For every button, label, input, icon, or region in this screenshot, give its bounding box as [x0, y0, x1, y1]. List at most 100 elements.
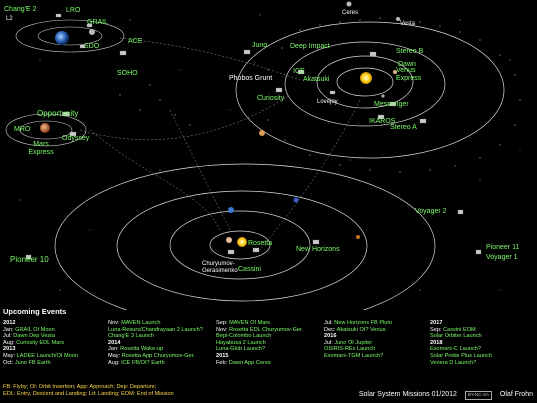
- event-text: Chang'E 3 Launch: [108, 333, 154, 340]
- event-item: Luna-Resurs/Chandrayaan 2 Launch?: [108, 327, 203, 334]
- events-title: Upcoming Events: [3, 307, 67, 316]
- outer-solar-orbits: [54, 163, 436, 310]
- events-column-1: 2012 Jan: GRAIL OI Moon Jul: Dawn Dep Vest…: [3, 320, 78, 366]
- event-item: Jan: GRAIL OI Moon: [3, 327, 78, 334]
- event-item: Jul: Juno OI Jupiter: [324, 340, 392, 347]
- label-ceres: Ceres: [342, 10, 359, 16]
- event-item: Solar Probe Plus Launch: [430, 353, 492, 360]
- event-item: Nov: Rosetta EDL Churyumov-Ger.: [216, 327, 303, 334]
- event-item: Feb: Dawn App Ceres: [216, 360, 303, 367]
- event-text: Cassini EOM: [443, 326, 476, 333]
- event-text: Luna-Resurs/Chandrayaan 2 Launch?: [108, 326, 203, 333]
- upcoming-events-panel: Upcoming Events 2012 Jan: GRAIL OI Moon Ju…: [0, 306, 537, 403]
- label-mro: MRO: [14, 126, 31, 133]
- event-text: New Horizons FB Pluto: [334, 320, 393, 326]
- event-text: Dawn Dep Vesta: [13, 333, 55, 340]
- event-text: Akatsuki OI? Venus: [336, 326, 386, 333]
- label-odyssey: Odyssey: [62, 135, 90, 142]
- event-text: Rosetta App Churyumov-Ger.: [121, 352, 195, 359]
- label-cassini: Cassini: [238, 266, 261, 273]
- ceres-body: [346, 1, 352, 7]
- sun-inner: [360, 72, 372, 84]
- label-new-horizons: New Horizons: [296, 246, 340, 253]
- event-year: 2015: [216, 352, 229, 359]
- sun-outer: [237, 237, 247, 247]
- legend-line-1: FB: Flyby; OI: Orbit Insertion; App: App…: [3, 384, 157, 390]
- label-curiosity: Curiosity: [257, 95, 285, 102]
- event-month: Jul:: [324, 339, 335, 346]
- label-soho: SOHO: [117, 70, 138, 77]
- event-month: Nov:: [108, 320, 122, 326]
- events-column-2: Nov: MAVEN Launch Luna-Resurs/Chandrayaan…: [108, 320, 203, 366]
- event-month: May:: [108, 352, 122, 359]
- neptune-planet: [293, 197, 299, 203]
- mercury-planet: [381, 94, 385, 98]
- event-text: MAVEN OI Mars: [229, 320, 270, 326]
- label-sdo: SDO: [84, 43, 100, 50]
- event-item: Bepi-Colombo Launch: [216, 333, 303, 340]
- moon-planet: [89, 29, 95, 35]
- label-grail: GRAIL: [87, 19, 109, 26]
- event-text: MAVEN Launch: [121, 320, 161, 326]
- event-text: LADEE Launch/OI Moon: [16, 352, 78, 359]
- event-item: Nov: MAVEN Launch: [108, 320, 203, 327]
- event-item: Chang'E 3 Launch: [108, 333, 203, 340]
- label-phobos-grunt: Phobos Grunt: [229, 75, 273, 82]
- label-voyager-2: Voyager 2: [415, 208, 447, 215]
- footer: Solar System Missions 01/2012 BY-NC-SA O…: [353, 391, 533, 400]
- pluto-planet: [356, 235, 360, 239]
- event-month: Jul:: [3, 333, 14, 340]
- event-item: Jul: Dawn Dep Vesta: [3, 333, 78, 340]
- label-l2: L2: [6, 16, 13, 22]
- event-item: Sep: MAVEN OI Mars: [216, 320, 303, 327]
- event-year: 2014: [108, 339, 121, 346]
- label-stereo-b: Stereo B: [396, 48, 424, 55]
- license-badge: BY-NC-SA: [464, 391, 492, 400]
- event-item: Hayabusa 2 Launch: [216, 340, 303, 347]
- label-vesta: Vesta: [400, 21, 416, 27]
- event-year: 2018: [430, 339, 443, 346]
- event-year: 2016: [324, 333, 337, 340]
- label-rosetta: Rosetta: [248, 240, 273, 247]
- label-stereo-a: Stereo A: [390, 124, 417, 131]
- event-month: May:: [3, 352, 17, 359]
- event-text: Dawn App Ceres: [228, 359, 271, 366]
- jupiter-inner-planet: [259, 130, 265, 136]
- event-item: Solar Orbiter Launch: [430, 333, 492, 340]
- event-month: Feb:: [216, 359, 229, 366]
- event-item: May: Rosetta App Churyumov-Ger.: [108, 353, 203, 360]
- event-text: Hayabusa 2 Launch: [216, 339, 266, 346]
- events-column-4: Jul: New Horizons FB Pluto Dec: Akatsuki …: [324, 320, 392, 360]
- label-voyager-1: Voyager 1: [486, 254, 518, 261]
- event-text: Venera D Launch?: [430, 359, 477, 366]
- solar-system-diagram: [5, 1, 521, 310]
- asteroid-belt: [119, 17, 521, 173]
- label-ace: ACE: [128, 38, 143, 45]
- label-change2: Chang'E 2: [4, 6, 37, 13]
- event-text: Exomars-C Launch?: [430, 346, 481, 353]
- event-text: ICE FB/OI? Earth: [121, 359, 165, 366]
- event-month: Aug:: [108, 359, 122, 366]
- label-lro: LRO: [66, 7, 81, 14]
- event-item: Sep: Cassini EOM: [430, 327, 492, 334]
- event-month: Jan:: [3, 326, 16, 333]
- event-text: Bepi-Colombo Launch: [216, 333, 272, 340]
- mars-planet: [40, 123, 50, 133]
- event-item: Oct: Juno FB Earth: [3, 360, 78, 367]
- event-text: Juno FB Earth: [14, 359, 51, 366]
- starfield: [9, 14, 521, 291]
- footer-author: Olaf Frohn: [499, 391, 533, 399]
- label-deep-impact: Deep Impact: [290, 43, 330, 50]
- event-item: Luna-Glob Launch?: [216, 346, 303, 353]
- event-year: 2012: [3, 320, 16, 326]
- label-pioneer-11: Pioneer 11: [486, 244, 520, 251]
- abbreviation-legend: FB: Flyby; OI: Orbit Insertion; App: App…: [3, 384, 174, 398]
- event-month: Nov:: [216, 326, 230, 333]
- event-month: Sep:: [430, 326, 444, 333]
- jupiter-planet: [226, 237, 232, 243]
- event-year: 2017: [430, 320, 443, 326]
- label-opportunity: Opportunity: [37, 109, 79, 118]
- event-text: Curiosity EDL Mars: [16, 339, 65, 346]
- event-month: Aug:: [3, 339, 17, 346]
- event-month: Dec:: [324, 326, 337, 333]
